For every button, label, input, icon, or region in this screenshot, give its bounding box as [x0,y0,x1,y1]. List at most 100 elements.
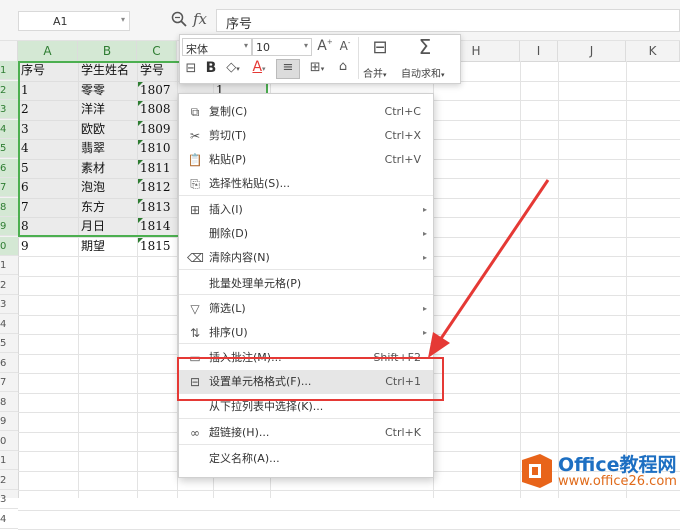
decrease-font-icon[interactable]: A- [337,39,353,53]
sum-icon[interactable]: Σ [414,35,436,59]
menu-item-6[interactable]: 删除(D) ▸ [179,222,433,246]
table-cell[interactable]: 1813 [137,198,177,217]
table-cell[interactable]: 1807 [137,81,177,100]
header-cell[interactable]: 学号 [137,61,177,80]
menu-item-label: 插入(I) [209,203,243,216]
table-cell[interactable]: 2 [18,100,78,119]
row-header-1[interactable]: 1 [0,61,18,80]
header-cell[interactable]: 序号 [18,61,78,80]
table-cell[interactable]: 1812 [137,178,177,197]
row-header-3[interactable]: 3 [0,100,18,119]
table-cell[interactable]: 3 [18,120,78,139]
table-cell[interactable]: 7 [18,198,78,217]
menu-item-3[interactable]: 📋 粘贴(P) Ctrl+V [179,148,433,172]
name-box[interactable]: A1 ▾ [18,11,130,31]
font-color-button[interactable]: A [252,59,262,75]
menu-item-8[interactable]: 批量处理单元格(P) [179,272,433,296]
wrap-text-icon[interactable]: ⊟ [182,61,200,76]
row-header-9[interactable]: 9 [0,217,18,236]
table-cell[interactable]: 9 [18,237,78,256]
row-header-17[interactable]: 7 [0,373,18,392]
font-size-select[interactable]: 10 ▾ [252,38,312,56]
table-cell[interactable]: 6 [18,178,78,197]
table-cell[interactable]: 5 [18,159,78,178]
column-header-a[interactable]: A [18,41,78,61]
table-cell[interactable]: 8 [18,217,78,236]
increase-font-icon[interactable]: A+ [317,38,333,54]
column-header-j[interactable]: J [558,41,626,61]
table-cell[interactable]: 翡翠 [78,139,137,158]
row-header-18[interactable]: 8 [0,393,18,412]
error-indicator-icon [138,81,143,87]
menu-item-1[interactable]: ⧉ 复制(C) Ctrl+C [179,100,433,124]
column-header-i[interactable]: I [520,41,558,61]
merge-button[interactable]: 合并▾ [363,65,387,80]
row-header-11[interactable]: 1 [0,256,18,275]
table-cell[interactable]: 4 [18,139,78,158]
table-cell[interactable]: 1808 [137,100,177,119]
row-header-5[interactable]: 5 [0,139,18,158]
row-header-6[interactable]: 6 [0,158,18,178]
select-all-corner[interactable] [0,41,18,61]
row-header-23[interactable]: 3 [0,490,18,509]
bold-button[interactable]: B [204,60,218,76]
merge-label: 合并 [363,69,383,80]
column-header-c[interactable]: C [137,41,177,61]
menu-item-2[interactable]: ✂ 剪切(T) Ctrl+X [179,124,433,148]
fx-icon[interactable]: fx [193,10,207,28]
row-header-4[interactable]: 4 [0,119,18,139]
table-cell[interactable]: 期望 [78,237,137,256]
table-cell[interactable]: 月日 [78,217,137,236]
menu-item-9[interactable]: ▽ 筛选(L) ▸ [179,297,433,321]
column-header-k[interactable]: K [626,41,680,61]
row-header-16[interactable]: 6 [0,354,18,373]
table-cell[interactable]: 1809 [137,120,177,139]
table-cell[interactable]: 1815 [137,237,177,256]
table-cell[interactable]: 素材 [78,159,137,178]
row-header-14[interactable]: 4 [0,315,18,334]
row-header-24[interactable]: 4 [0,510,18,529]
header-cell[interactable]: 学生姓名 [78,61,137,80]
clear-format-icon[interactable]: ⌂ [334,59,352,74]
table-cell[interactable]: 1 [18,81,78,100]
formula-input[interactable]: 序号 [216,9,680,32]
menu-item-10[interactable]: ⇅ 排序(U) ▸ [179,321,433,345]
menu-separator [179,269,433,270]
menu-item-14[interactable]: ∞ 超链接(H)... Ctrl+K [179,421,433,445]
font-name-select[interactable]: 宋体 ▾ [182,38,252,56]
row-header-22[interactable]: 2 [0,471,18,490]
row-header-2[interactable]: 2 [0,80,18,100]
menu-item-shortcut: Ctrl+V [384,153,421,166]
row-header-13[interactable]: 3 [0,295,18,314]
office-logo-icon [522,454,552,488]
link-icon: ∞ [190,426,200,440]
table-cell[interactable]: 零零 [78,81,137,100]
chevron-down-icon[interactable]: ▾ [121,15,125,24]
menu-item-7[interactable]: ⌫ 清除内容(N) ▸ [179,246,433,270]
row-header-7[interactable]: 7 [0,178,18,197]
zoom-icon[interactable] [171,11,187,27]
row-header-8[interactable]: 8 [0,197,18,217]
row-header-10[interactable]: 0 [0,236,18,256]
row-header-15[interactable]: 5 [0,334,18,353]
menu-item-5[interactable]: ⊞ 插入(I) ▸ [179,198,433,222]
autosum-button[interactable]: 自动求和▾ [401,65,445,80]
menu-item-15[interactable]: 定义名称(A)... [179,447,433,471]
merge-cells-icon[interactable]: ⊟ [366,37,394,58]
border-icon[interactable]: ⊞▾ [306,60,328,75]
align-icon[interactable]: ≡ [276,59,300,79]
table-cell[interactable]: 泡泡 [78,178,137,197]
row-header-12[interactable]: 2 [0,276,18,295]
table-cell[interactable]: 1810 [137,139,177,158]
table-cell[interactable]: 洋洋 [78,100,137,119]
table-cell[interactable]: 欧欧 [78,120,137,139]
table-cell[interactable]: 东方 [78,198,137,217]
table-cell[interactable]: 1811 [137,159,177,178]
menu-item-4[interactable]: ⎘ 选择性粘贴(S)... [179,172,433,196]
row-header-21[interactable]: 1 [0,451,18,470]
row-header-19[interactable]: 9 [0,412,18,431]
column-header-b[interactable]: B [78,41,137,61]
table-cell[interactable]: 1814 [137,217,177,236]
row-header-20[interactable]: 0 [0,432,18,451]
fill-color-icon[interactable]: ◇▾ [222,60,244,75]
